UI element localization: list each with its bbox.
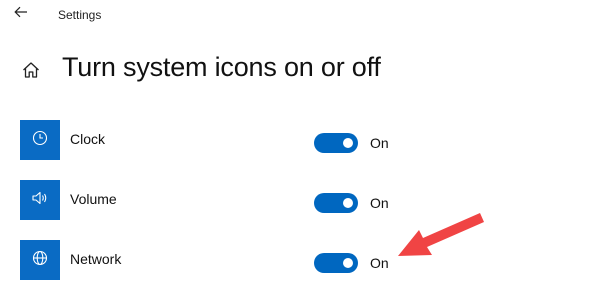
toggle-knob (343, 138, 353, 148)
back-arrow-icon (14, 5, 28, 23)
toggle-state-clock: On (370, 135, 389, 151)
setting-row-clock: Clock On (20, 120, 580, 160)
network-icon (31, 249, 49, 272)
app-title: Settings (58, 8, 102, 22)
toggle-knob (343, 198, 353, 208)
home-icon (21, 60, 41, 85)
setting-row-network: Network On (20, 240, 580, 280)
toggle-network[interactable] (314, 253, 358, 273)
setting-label-network: Network (70, 251, 122, 267)
toggle-state-network: On (370, 255, 389, 271)
clock-icon-tile (20, 120, 60, 160)
volume-icon (30, 189, 50, 212)
toggle-knob (343, 258, 353, 268)
page-title: Turn system icons on or off (62, 52, 381, 82)
setting-row-volume: Volume On (20, 180, 580, 220)
back-button[interactable] (8, 2, 34, 26)
title-bar: Settings (0, 0, 599, 30)
toggle-state-volume: On (370, 195, 389, 211)
volume-icon-tile (20, 180, 60, 220)
clock-icon (31, 129, 49, 152)
setting-label-clock: Clock (70, 131, 106, 147)
setting-label-volume: Volume (70, 191, 117, 207)
toggle-volume[interactable] (314, 193, 358, 213)
network-icon-tile (20, 240, 60, 280)
home-button[interactable] (18, 59, 44, 85)
toggle-clock[interactable] (314, 133, 358, 153)
